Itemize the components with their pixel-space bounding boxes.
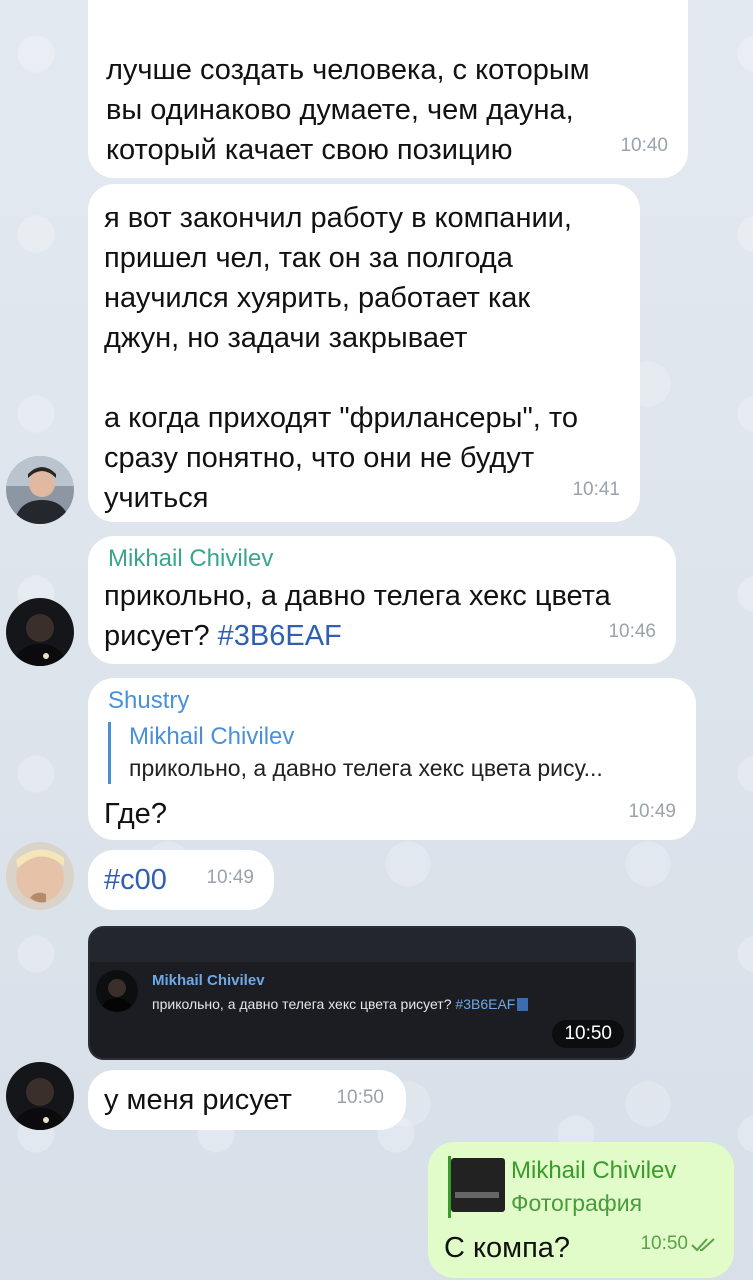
sender-name[interactable]: Shustry <box>108 686 189 716</box>
message-bubble: Mikhail Chivilev прикольно, а давно теле… <box>88 536 676 664</box>
reply-preview[interactable]: Mikhail Chivilev прикольно, а давно теле… <box>108 722 678 784</box>
user-avatar[interactable] <box>6 842 74 910</box>
message-text: у меня рисует <box>104 1084 292 1116</box>
message-time: 10:50 <box>336 1087 384 1108</box>
message-time: 10:41 <box>572 479 620 500</box>
read-checkmarks-icon <box>690 1224 718 1264</box>
screenshot-hashtag: #3B6EAF <box>455 996 516 1012</box>
image-message[interactable]: Mikhail Chivilev прикольно, а давно теле… <box>88 926 636 1060</box>
user-avatar[interactable] <box>6 598 74 666</box>
user-avatar[interactable] <box>6 1062 74 1130</box>
outgoing-message-bubble: Mikhail Chivilev Фотография С компа? 10:… <box>428 1142 734 1278</box>
message-time: 10:49 <box>628 801 676 822</box>
hashtag-link[interactable]: #3B6EAF <box>218 620 342 652</box>
reply-text: прикольно, а давно телега хекс цвета рис… <box>129 755 603 781</box>
color-swatch <box>517 998 529 1011</box>
message-time: 10:49 <box>206 867 254 888</box>
message-time: 10:40 <box>620 135 668 156</box>
screenshot-text: прикольно, а давно телега хекс цвета рис… <box>152 996 529 1012</box>
reply-sender: Mikhail Chivilev <box>129 723 295 750</box>
message-text: Где? <box>104 798 167 830</box>
screenshot-sender: Mikhail Chivilev <box>152 972 265 989</box>
screenshot-avatar <box>96 970 138 1012</box>
message-bubble: #c00 10:49 <box>88 850 274 910</box>
message-text: прикольно, а давно телега хекс цвета рис… <box>104 576 611 656</box>
sender-name[interactable]: Mikhail Chivilev <box>108 544 273 574</box>
message-bubble: Shustry Mikhail Chivilev прикольно, а да… <box>88 678 696 840</box>
reply-thumbnail <box>451 1158 505 1212</box>
message-time: 10:50 <box>640 1233 688 1254</box>
message-text: С компа? <box>444 1232 571 1264</box>
message-text-body: прикольно, а давно телега хекс цвета рис… <box>104 580 611 652</box>
screenshot-text-body: прикольно, а давно телега хекс цвета рис… <box>152 996 456 1012</box>
screenshot-header-bar <box>90 928 634 962</box>
message-bubble: я вот закончил работу в компании, пришел… <box>88 184 640 522</box>
reply-sender: Mikhail Chivilev <box>511 1157 677 1184</box>
hashtag-link[interactable]: #c00 <box>104 860 167 900</box>
message-text: лучше создать человека, с которым вы оди… <box>106 54 590 166</box>
message-bubble: лучше создать человека, с которым вы оди… <box>88 0 688 178</box>
message-text: я вот закончил работу в компании, пришел… <box>104 202 579 514</box>
message-bubble: у меня рисует 10:50 <box>88 1070 406 1130</box>
image-time: 10:50 <box>552 1020 624 1048</box>
message-time: 10:46 <box>608 621 656 642</box>
user-avatar[interactable] <box>6 456 74 524</box>
reply-text: Фотография <box>511 1190 643 1216</box>
reply-preview[interactable]: Mikhail Chivilev Фотография <box>448 1156 724 1218</box>
